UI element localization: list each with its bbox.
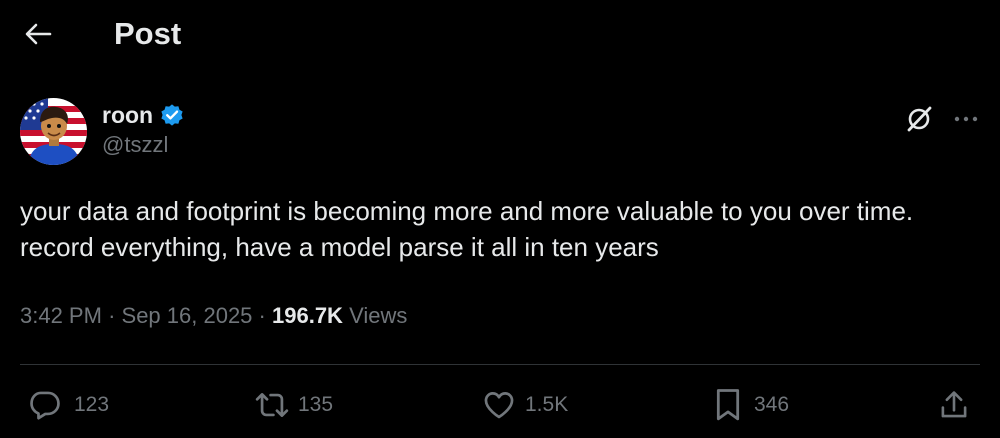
action-bar: 123 135 1.5K 346 [0, 385, 1000, 429]
heart-icon [484, 392, 514, 419]
repost-icon [255, 393, 289, 417]
views-label[interactable]: Views [349, 303, 407, 328]
bookmark-count: 346 [754, 393, 790, 416]
verified-badge-icon[interactable] [159, 102, 185, 128]
like-button[interactable]: 1.5K [482, 385, 568, 425]
share-icon [941, 391, 967, 418]
header: Post [0, 0, 1000, 68]
meta-separator: · [108, 303, 116, 328]
avatar[interactable] [20, 98, 87, 165]
back-button[interactable] [22, 20, 54, 48]
reply-icon [30, 391, 60, 420]
reply-button[interactable]: 123 [28, 385, 109, 425]
author-info: roon @tszzl [102, 100, 185, 158]
repost-button[interactable]: 135 [252, 385, 333, 425]
tweet-meta: 3:42 PM · Sep 16, 2025 · 196.7K Views [20, 300, 407, 332]
grok-icon [907, 106, 932, 132]
name-row: roon [102, 100, 185, 130]
divider [20, 364, 980, 365]
views-count[interactable]: 196.7K [272, 303, 343, 328]
more-icon [954, 116, 978, 122]
bookmark-button[interactable]: 346 [712, 385, 789, 425]
more-button[interactable] [950, 103, 982, 135]
like-count: 1.5K [525, 393, 569, 416]
bookmark-icon [716, 389, 740, 421]
arrow-left-icon [25, 23, 52, 45]
tweet-time[interactable]: 3:42 PM [20, 303, 102, 328]
tweet-text: your data and footprint is becoming more… [20, 196, 914, 262]
display-name[interactable]: roon [102, 102, 153, 129]
meta-separator: · [258, 303, 266, 328]
tweet-date[interactable]: Sep 16, 2025 [122, 303, 253, 328]
grok-button[interactable] [903, 103, 935, 135]
reply-count: 123 [74, 393, 110, 416]
page-title: Post [114, 16, 182, 51]
repost-count: 135 [298, 393, 334, 416]
handle[interactable]: @tszzl [102, 132, 185, 158]
share-button[interactable] [938, 385, 970, 425]
